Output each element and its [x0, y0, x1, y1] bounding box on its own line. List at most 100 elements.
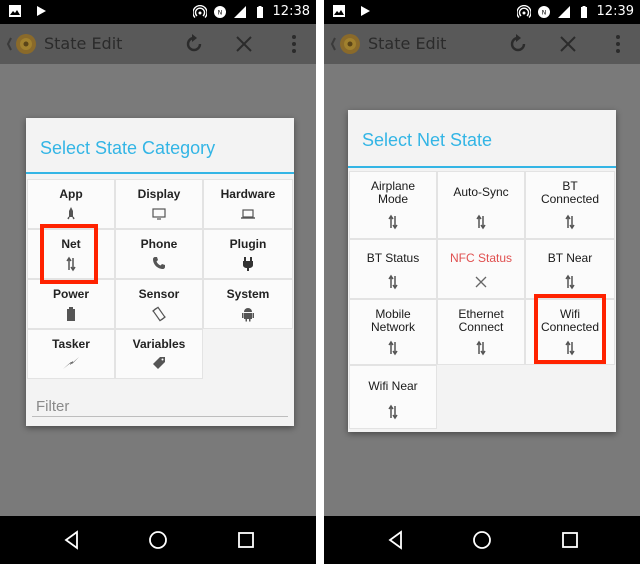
signal-icon	[557, 6, 570, 18]
tile-auto-sync[interactable]: Auto-Sync	[438, 172, 524, 238]
display-icon	[152, 208, 166, 220]
cancel-button[interactable]	[554, 30, 582, 58]
category-dialog: Select State Category App Display Hardwa…	[26, 118, 294, 426]
tile-display[interactable]: Display	[116, 180, 202, 228]
tile-hardware[interactable]: Hardware	[204, 180, 292, 228]
undo-button[interactable]	[180, 30, 208, 58]
overflow-menu-button[interactable]	[604, 30, 632, 58]
tile-label: Auto-Sync	[453, 185, 509, 199]
filter-input[interactable]: Filter	[36, 398, 69, 415]
tile-label: Phone	[140, 237, 178, 251]
net-state-dialog: Select Net State Airplane Mode Auto-Sync…	[348, 110, 616, 432]
battery-status-icon	[580, 6, 587, 18]
hardware-icon	[241, 209, 255, 219]
net-arrows-icon	[66, 256, 76, 272]
tile-tasker[interactable]: Tasker	[28, 330, 114, 378]
home-icon[interactable]	[470, 528, 494, 552]
tile-label: Airplane Mode	[370, 179, 416, 206]
navigation-bar	[0, 516, 316, 564]
nfc-icon: N	[537, 6, 550, 18]
tile-phone[interactable]: Phone	[116, 230, 202, 278]
sensor-icon	[152, 306, 166, 322]
net-arrows-icon	[565, 274, 575, 290]
tag-icon	[153, 357, 165, 369]
tile-label: Wifi Connected	[540, 307, 600, 334]
tile-label: System	[226, 287, 270, 301]
tile-label: NFC Status	[449, 251, 512, 265]
tile-label: BT Connected	[540, 179, 600, 206]
signal-icon	[233, 6, 246, 18]
tasker-logo-icon[interactable]	[330, 30, 364, 58]
tile-plugin[interactable]: Plugin	[204, 230, 292, 278]
tile-wifi-near[interactable]: Wifi Near	[350, 366, 436, 428]
tile-bt-connected[interactable]: BT Connected	[526, 172, 614, 238]
close-x-icon	[475, 276, 487, 288]
back-icon[interactable]	[384, 528, 408, 552]
svg-text:N: N	[541, 10, 546, 17]
tile-app[interactable]: App	[28, 180, 114, 228]
tile-sensor[interactable]: Sensor	[116, 280, 202, 328]
tile-variables[interactable]: Variables	[116, 330, 202, 378]
tile-label: Mobile Network	[370, 307, 415, 334]
tile-mobile-network[interactable]: Mobile Network	[350, 300, 436, 364]
play-notification-icon	[361, 6, 370, 16]
close-icon	[236, 36, 252, 52]
plugin-icon	[243, 257, 253, 271]
screen-left: N 12:38 State Edit Select State Category…	[0, 0, 316, 564]
lightning-icon	[63, 357, 79, 369]
home-icon[interactable]	[146, 528, 170, 552]
nfc-icon: N	[213, 6, 226, 18]
tile-label: Power	[52, 287, 89, 301]
dialog-title: Select State Category	[40, 138, 216, 158]
tile-airplane-mode[interactable]: Airplane Mode	[350, 172, 436, 238]
tile-label: Sensor	[138, 287, 180, 301]
tile-bt-near[interactable]: BT Near	[526, 240, 614, 298]
tile-bt-status[interactable]: BT Status	[350, 240, 436, 298]
page-title: State Edit	[44, 34, 123, 53]
play-notification-icon	[37, 6, 46, 16]
tile-net[interactable]: Net	[28, 230, 114, 278]
tile-label: Hardware	[220, 187, 276, 201]
dialog-divider	[26, 172, 294, 174]
recents-icon[interactable]	[558, 528, 582, 552]
filter-underline	[32, 416, 288, 417]
image-notification-icon	[333, 5, 345, 17]
overflow-icon	[292, 35, 296, 53]
net-arrows-icon	[476, 214, 486, 230]
page-title: State Edit	[368, 34, 447, 53]
net-arrows-icon	[388, 214, 398, 230]
tile-label: Net	[61, 237, 81, 251]
battery-icon	[67, 307, 75, 321]
tile-label: Ethernet Connect	[458, 307, 504, 334]
tile-wifi-connected[interactable]: Wifi Connected	[526, 300, 614, 364]
tile-nfc-status[interactable]: NFC Status	[438, 240, 524, 298]
recents-icon[interactable]	[234, 528, 258, 552]
image-notification-icon	[9, 5, 21, 17]
undo-button[interactable]	[504, 30, 532, 58]
cancel-button[interactable]	[230, 30, 258, 58]
back-icon[interactable]	[60, 528, 84, 552]
android-icon	[242, 308, 254, 322]
svg-text:N: N	[217, 10, 222, 17]
refresh-icon	[186, 34, 202, 52]
tile-power[interactable]: Power	[28, 280, 114, 328]
overflow-menu-button[interactable]	[280, 30, 308, 58]
tile-label: Wifi Near	[368, 379, 418, 393]
close-icon	[560, 36, 576, 52]
net-arrows-icon	[565, 340, 575, 356]
status-time: 12:38	[272, 4, 310, 19]
tasker-logo-icon[interactable]	[6, 30, 40, 58]
app-icon	[67, 207, 75, 220]
tile-ethernet-connect[interactable]: Ethernet Connect	[438, 300, 524, 364]
tile-label: Plugin	[229, 237, 267, 251]
hotspot-icon	[516, 5, 531, 18]
tile-label: Variables	[132, 337, 186, 351]
action-bar: State Edit	[0, 24, 316, 64]
tile-label: BT Near	[547, 251, 593, 265]
net-arrows-icon	[388, 340, 398, 356]
net-arrows-icon	[388, 274, 398, 290]
tile-system[interactable]: System	[204, 280, 292, 328]
net-arrows-icon	[476, 340, 486, 356]
status-time: 12:39	[596, 4, 634, 19]
net-arrows-icon	[388, 404, 398, 420]
